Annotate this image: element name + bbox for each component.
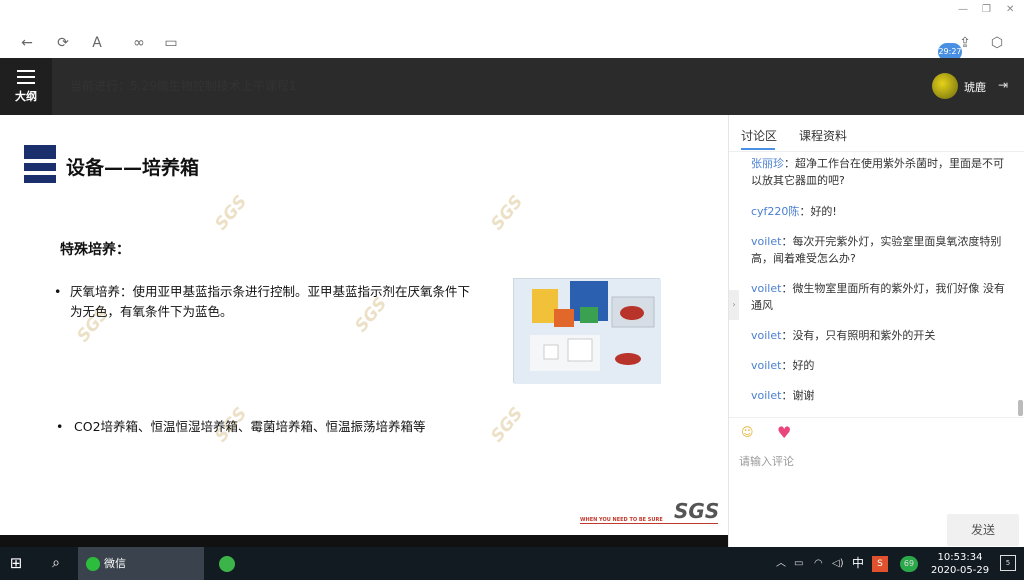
chat-message: voilet：每次开完紫外灯，实验室里面臭氧浓度特别高，闻着难受怎么办? [751,235,1002,265]
status-badge[interactable]: 69 [900,556,918,572]
emoji-icon[interactable]: ☺ [741,425,754,439]
chat-message: cyf220陈：好的! [751,205,837,218]
tab-divider [729,151,1024,152]
chat-text: 好的 [792,359,815,372]
browser-toolbar: — ❐ ✕ ← ⟳ A ∞ ▭ ⇪ ⬡ [0,0,1024,58]
battery-icon[interactable]: ▭ [794,547,803,580]
tray-chevron-icon[interactable]: ︿ [776,547,786,580]
window-icon[interactable]: ▭ [162,34,180,52]
wifi-icon[interactable]: ◠ [814,547,823,580]
section-label: 特殊培养： [60,242,130,258]
close-icon[interactable]: ✕ [1006,4,1014,15]
chat-message: voilet：谢谢 [751,389,815,402]
slide-title: 设备——培养箱 [66,157,200,179]
link-icon[interactable]: ∞ [130,34,148,52]
heart-icon[interactable]: ♥ [777,423,791,442]
product-photo [513,278,661,384]
username: 琥鹿 [964,81,986,94]
player-bar [0,535,728,547]
slide-logo [24,145,56,183]
outline-button[interactable]: 大纲 [0,58,52,115]
course-title: 当前进行：5.29微生物控制技术上午课程1 [70,79,297,93]
ime-indicator[interactable]: 中 [852,547,864,580]
input-divider [729,417,1024,418]
taskbar-wechat[interactable]: 微信 [78,547,204,580]
clock-time: 10:53:34 [937,552,983,563]
bullet-incubators: CO2培养箱、恒温恒湿培养箱、霉菌培养箱、恒温振荡培养箱等 [74,419,426,434]
chat-scrollbar[interactable] [1018,400,1023,416]
chat-text: 每次开完紫外灯，实验室里面臭氧浓度特别高，闻着难受怎么办? [751,235,1002,265]
taskbar: ⊞ ⌕ 微信 ︿ ▭ ◠ ◁) 中 S 69 10:53:34 2020-05-… [0,547,1024,580]
chat-author: 张丽珍 [751,157,784,170]
tab-resources[interactable]: 课程资料 [799,127,847,144]
notification-icon[interactable]: 5 [1000,555,1016,571]
windows-start-icon[interactable]: ⊞ [0,547,32,580]
chat-message: voilet：好的 [751,359,815,372]
watermark: SGS [211,191,252,235]
send-button[interactable]: 发送 [947,514,1019,546]
search-icon[interactable]: ⌕ [44,547,68,580]
chat-author: voilet [751,359,782,372]
chat-message: 张丽珍：超净工作台在使用紫外杀菌时，里面是不可以放其它器皿的吧? [751,157,1004,187]
chat-message: voilet：微生物室里面所有的紫外灯，我们好像 没有通风 [751,282,1005,312]
collapse-panel-button[interactable]: › [729,290,739,320]
sogou-icon[interactable]: S [872,556,888,572]
volume-icon[interactable]: ◁) [832,547,844,580]
watermark: SGS [487,191,528,235]
menu-icon [17,70,35,88]
wechat-icon [86,557,100,571]
bullet-dot: • [54,284,62,299]
footer-line [580,523,718,524]
back-icon[interactable]: ← [18,34,36,52]
chat-text: 没有，只有照明和紫外的开关 [792,329,936,342]
clock-date: 2020-05-29 [930,565,990,576]
chat-text: 谢谢 [792,389,815,402]
bullet-dot: • [56,419,64,434]
minimize-icon[interactable]: — [958,4,968,15]
cube-icon[interactable]: ⬡ [988,34,1006,52]
taskbar-browser[interactable] [216,547,238,580]
comment-input[interactable] [739,451,1009,471]
tab-discussion[interactable]: 讨论区 [741,127,777,144]
chat-text: 好的! [810,205,837,218]
chat-author: voilet [751,389,782,402]
font-icon[interactable]: A [88,34,106,52]
bullet-anaerobic: 厌氧培养：使用亚甲基蓝指示条进行控制。亚甲基蓝指示剂在厌氧条件下为无色，有氧条件… [70,284,471,319]
chat-text: 微生物室里面所有的紫外灯，我们好像 没有通风 [751,282,1005,312]
refresh-icon[interactable]: ⟳ [54,34,72,52]
avatar[interactable] [932,73,958,99]
product-photo-art [514,279,661,384]
logout-icon[interactable]: ⇥ [998,78,1008,92]
outline-label: 大纲 [15,90,37,103]
chat-author: cyf220陈 [751,205,800,218]
chat-author: voilet [751,235,782,248]
restore-icon[interactable]: ❐ [982,4,991,15]
taskbar-wechat-label: 微信 [104,557,126,570]
chat-message: voilet：没有，只有照明和紫外的开关 [751,329,936,342]
slide-footer: WHEN YOU NEED TO BE SURE SGS [580,499,720,525]
footer-logo: SGS [674,499,720,523]
browser-icon [219,555,235,572]
chat-text: 超净工作台在使用紫外杀菌时，里面是不可以放其它器皿的吧? [751,157,1004,187]
chat-author: voilet [751,329,782,342]
discussion-panel: 讨论区 课程资料 张丽珍：超净工作台在使用紫外杀菌时，里面是不可以放其它器皿的吧… [728,115,1024,547]
chat-author: voilet [751,282,782,295]
slide: 设备——培养箱 SGS SGS SGS SGS SGS SGS 特殊培养： • … [0,125,728,535]
tab-indicator [741,148,775,150]
clock[interactable]: 10:53:34 2020-05-29 [930,551,990,584]
course-header: 大纲 当前进行：5.29微生物控制技术上午课程1 琥鹿 ⇥ [0,58,1024,115]
